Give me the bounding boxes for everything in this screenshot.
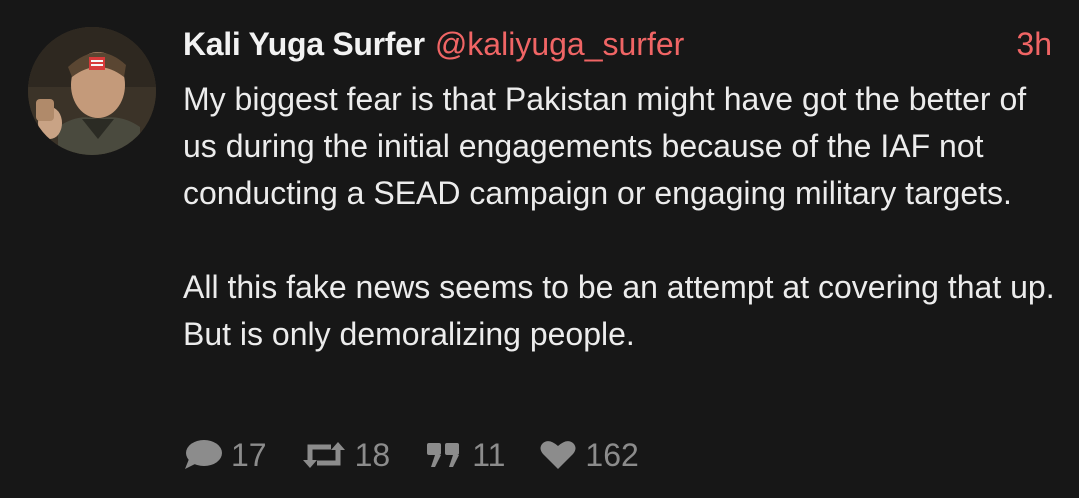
- reply-count: 17: [231, 436, 267, 473]
- reply-button[interactable]: 17: [183, 437, 267, 474]
- author-handle[interactable]: @kaliyuga_surfer: [435, 26, 684, 62]
- post-timestamp[interactable]: 3h: [1016, 20, 1052, 68]
- repost-count: 18: [354, 436, 391, 473]
- author-display-name[interactable]: Kali Yuga Surfer: [183, 26, 425, 62]
- post-paragraph: All this fake news seems to be an attemp…: [183, 269, 1055, 352]
- post-paragraph: My biggest fear is that Pakistan might h…: [183, 81, 1027, 211]
- post-header: Kali Yuga Surfer @kaliyuga_surfer 3h: [183, 20, 1055, 68]
- post-content: Kali Yuga Surfer @kaliyuga_surfer 3h My b…: [183, 20, 1055, 358]
- repost-arrows-icon: [302, 442, 345, 468]
- post-body: My biggest fear is that Pakistan might h…: [183, 76, 1055, 358]
- heart-icon: [540, 441, 576, 469]
- post-card: Kali Yuga Surfer @kaliyuga_surfer 3h My b…: [0, 0, 1079, 498]
- like-count: 162: [585, 436, 639, 473]
- avatar-image: [28, 27, 156, 155]
- avatar[interactable]: [28, 27, 156, 155]
- speech-bubble-icon: [185, 440, 222, 469]
- quote-marks-icon: [427, 443, 460, 467]
- repost-button[interactable]: 18: [301, 436, 391, 474]
- like-button[interactable]: 162: [539, 436, 639, 474]
- quote-button[interactable]: 11: [424, 437, 505, 474]
- quote-count: 11: [472, 436, 506, 473]
- post-actions: 17 18 11 162: [183, 432, 673, 478]
